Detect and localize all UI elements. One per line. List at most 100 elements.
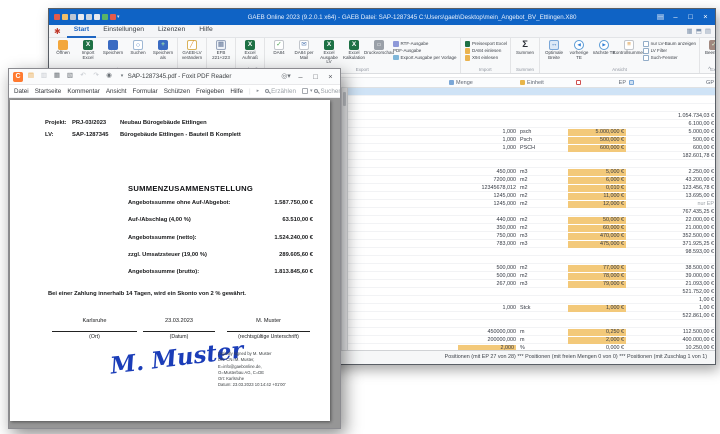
chevron-right-icon[interactable]: ▸ — [257, 88, 260, 94]
search-icon — [265, 89, 269, 93]
menu-item[interactable]: Datei — [14, 88, 29, 95]
toolbar-icon[interactable] — [39, 72, 49, 82]
checkbox-icon — [643, 55, 649, 61]
ribbon-collapse-icon[interactable]: ^ — [708, 67, 711, 73]
column-header-menge[interactable]: Menge — [449, 78, 473, 88]
einheit-cell: m — [520, 337, 560, 344]
toolbar-icon[interactable] — [65, 72, 75, 82]
ribbon-button[interactable]: Druckvorschau — [367, 39, 391, 65]
layout-icon[interactable]: ▦ — [687, 27, 693, 35]
column-header-gp[interactable]: GP — [633, 78, 714, 88]
ribbon-button[interactable]: Excel Ausgabe LV — [317, 39, 341, 65]
ribbon-checkbox[interactable]: LV Filter — [643, 48, 696, 54]
ribbon-checkbox[interactable]: nur LV-Baum anzeigen — [643, 41, 696, 47]
theme-icon[interactable]: ▤ — [653, 9, 668, 25]
ribbon-button[interactable]: Optimale Breite — [542, 39, 566, 60]
close-icon[interactable]: × — [698, 9, 713, 25]
chevron-down-icon[interactable]: ▾ — [117, 14, 120, 20]
menu-item[interactable]: Freigeben — [196, 88, 224, 95]
quick-access-icon[interactable] — [78, 14, 84, 20]
menge-cell: 1245,000 — [419, 201, 516, 208]
vertical-scrollbar[interactable] — [341, 88, 348, 352]
menu-item[interactable]: Hilfe — [230, 88, 243, 95]
lv-label: LV: — [45, 132, 54, 138]
ribbon-small-button[interactable]: Preisexport Excel — [465, 41, 508, 47]
ribbon-button[interactable]: Summen — [513, 39, 537, 56]
toolbar-icon[interactable] — [52, 72, 62, 82]
search-icon — [314, 89, 318, 93]
maximize-icon[interactable]: □ — [683, 9, 698, 25]
ribbon-checkbox[interactable]: Such-Fenster — [643, 55, 696, 61]
ribbon-button[interactable]: Import Excel — [76, 39, 100, 60]
ribbon-button[interactable]: Speichern als — [151, 39, 175, 60]
close-icon[interactable]: × — [323, 69, 338, 85]
search-box[interactable]: ▾ Suchen — [302, 88, 340, 95]
ribbon-button[interactable]: GAEB-LV verändern — [180, 39, 204, 60]
window-layout-icons[interactable]: ▦⬒▤ — [687, 27, 711, 35]
ribbon-small-button[interactable]: X94 einlesen — [465, 55, 508, 61]
ribbon-button-icon — [187, 40, 197, 50]
ribbon-button[interactable]: Speichern — [101, 39, 125, 60]
menu-item[interactable]: Kommentar — [67, 88, 100, 95]
quick-access-icon[interactable] — [86, 14, 92, 20]
ribbon-button[interactable]: Kontrollsummen — [617, 39, 641, 60]
toolbar-icon[interactable] — [13, 72, 23, 82]
ribbon-group-import: Preisexport Excel DA84 einlesen X94 einl… — [461, 38, 512, 73]
ribbon-button-icon — [83, 40, 93, 50]
minimize-icon[interactable]: – — [293, 69, 308, 85]
ribbon-group-label: Import — [463, 66, 509, 73]
ribbon-button[interactable]: Suchen — [126, 39, 150, 60]
toolbar-icon[interactable] — [104, 72, 114, 82]
maximize-icon[interactable]: □ — [308, 69, 323, 85]
ribbon-small-button[interactable]: DA84 einlesen — [465, 48, 508, 54]
quick-access-icon[interactable] — [94, 14, 100, 20]
gp-cell: 521.752,00 € — [633, 289, 714, 296]
menge-cell — [419, 313, 516, 320]
ribbon-button[interactable]: Öffnen — [51, 39, 75, 60]
gp-cell: 39.000,00 € — [633, 273, 714, 280]
ribbon-small-icon — [465, 41, 471, 47]
menu-item[interactable]: Formular — [133, 88, 158, 95]
ribbon-button[interactable]: DA84 — [267, 39, 291, 65]
quick-access-icon[interactable] — [54, 14, 60, 20]
layout-icon[interactable]: ▤ — [705, 27, 711, 35]
pdf-page: Projekt: PRJ-03/2023 Neubau Bürogebäude … — [10, 100, 330, 421]
ribbon-button[interactable]: Excel Aufmaß — [238, 39, 262, 60]
column-header-einheit[interactable]: Einheit — [520, 78, 544, 88]
ribbon-button[interactable]: vorherige TE — [567, 39, 591, 60]
ep-cell — [568, 153, 626, 160]
ribbon-button[interactable]: DA84 per Mail — [292, 39, 316, 65]
toolbar-icon[interactable] — [26, 72, 36, 82]
column-header-ep[interactable]: EP — [589, 78, 626, 88]
account-icon[interactable]: ◎▾ — [279, 69, 293, 85]
einheit-cell — [520, 297, 560, 304]
ribbon-small-button[interactable]: RTF-Ausgabe — [393, 41, 457, 47]
menu-item[interactable]: Ansicht — [106, 88, 127, 95]
pdf-titlebar[interactable]: SAP-1287345.pdf - Foxit PDF Reader ◎▾ – … — [9, 69, 340, 85]
gaeb-titlebar[interactable]: ▾ GAEB Online 2023 (9.2.0.1 x64) - GAEB … — [49, 9, 715, 25]
ribbon-tab[interactable]: Start — [67, 24, 97, 38]
minimize-icon[interactable]: – — [668, 9, 683, 25]
einheit-cell: m3 — [520, 241, 560, 248]
menu-item[interactable]: Startseite — [35, 88, 62, 95]
ribbon-tab[interactable]: Hilfe — [192, 24, 220, 38]
quick-access-icon[interactable] — [70, 14, 76, 20]
toolbar-icon[interactable] — [91, 72, 101, 82]
ribbon-button[interactable]: Beenden — [702, 39, 715, 56]
tellme-box[interactable]: Erzählen — [265, 88, 296, 95]
menu-item[interactable]: Schützen — [164, 88, 190, 95]
ribbon-small-button[interactable]: Export Ausgabe per Vorlage — [393, 55, 457, 61]
ribbon-button[interactable]: Excel Kalkulation — [342, 39, 366, 65]
flag-icon[interactable] — [576, 78, 583, 88]
layout-icon[interactable]: ⬒ — [696, 27, 702, 35]
quick-access-icon[interactable] — [102, 14, 108, 20]
toolbar-icon[interactable] — [78, 72, 88, 82]
ribbon-button[interactable]: EFB 221+223 — [209, 39, 233, 60]
quick-access-icon[interactable] — [110, 14, 116, 20]
ribbon-tab[interactable]: Lizenzen — [151, 24, 192, 38]
pdf-menubar: Datei Startseite Kommentar Ansicht Formular S… — [9, 85, 340, 98]
ribbon-tab[interactable]: Einstellungen — [96, 24, 151, 38]
scrollbar-thumb[interactable] — [343, 92, 346, 106]
quick-access-icon[interactable] — [62, 14, 68, 20]
ribbon-small-button[interactable]: PDF-Ausgabe — [393, 48, 457, 53]
